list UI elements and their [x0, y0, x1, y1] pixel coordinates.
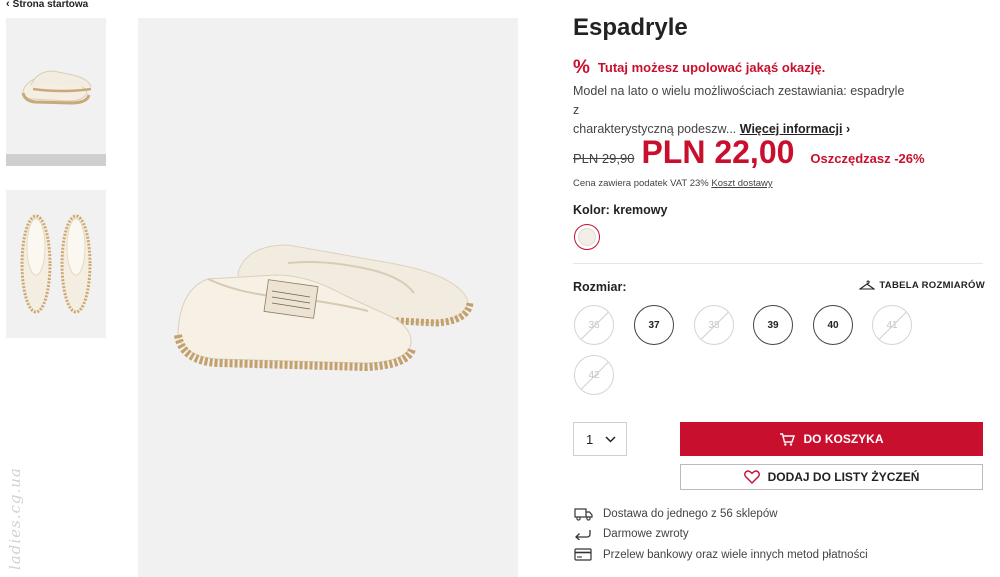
chevron-down-icon	[605, 432, 616, 446]
payment-text: Przelew bankowy oraz wiele innych metod …	[603, 548, 868, 561]
size-label: Rozmiar:	[573, 280, 627, 294]
delivery-text: Dostawa do jednego z 56 sklepów	[603, 508, 778, 520]
espadrille-side-thumbnail-image	[21, 70, 92, 105]
add-to-cart-label: DO KOSZYKA	[803, 432, 884, 446]
old-price: PLN 29,90	[573, 151, 635, 166]
vat-text: Cena zawiera podatek VAT 23%	[573, 178, 709, 189]
breadcrumb-home-link[interactable]: Strona startowa	[13, 0, 89, 10]
size-option-37[interactable]: 37	[634, 305, 674, 345]
size-option-label: 40	[827, 319, 839, 331]
quantity-value: 1	[586, 431, 594, 447]
product-description: Model na lato o wielu możliwościach zest…	[573, 82, 913, 139]
promo-text: Tutaj możesz upolować jakąś okazję.	[597, 60, 826, 75]
heart-icon	[743, 470, 760, 484]
size-option-40[interactable]: 40	[813, 305, 853, 345]
returns-text: Darmowe zwroty	[603, 528, 689, 540]
add-to-wishlist-label: DODAJ DO LISTY ŻYCZEŃ	[767, 470, 920, 484]
description-line-1: Model na lato o wielu możliwościach zest…	[573, 84, 905, 117]
hanger-icon	[859, 280, 876, 290]
watermark: ladies.cg.ua	[6, 467, 24, 570]
size-option-41[interactable]: 41	[872, 305, 912, 345]
quantity-select[interactable]: 1	[573, 422, 627, 456]
cart-icon	[780, 432, 796, 446]
product-details-panel: Espadryle % Tutaj możesz upolować jakąś …	[573, 0, 985, 577]
main-product-image[interactable]	[138, 18, 518, 577]
color-label: Kolor: kremowy	[573, 203, 668, 217]
size-option-label: 39	[767, 319, 779, 331]
vat-info: Cena zawiera podatek VAT 23% Koszt dosta…	[573, 178, 773, 189]
size-chart-label: TABELA ROZMIARÓW	[879, 280, 985, 291]
credit-card-icon	[573, 548, 593, 561]
returns-info: Darmowe zwroty	[573, 528, 689, 540]
savings-badge: Oszczędzasz -26%	[810, 151, 925, 166]
size-option-label: 41	[886, 319, 898, 331]
size-option-42[interactable]: 42	[574, 355, 614, 395]
color-swatch-cream[interactable]	[574, 224, 600, 250]
thumbnail-top-view[interactable]	[6, 190, 106, 338]
add-to-cart-button[interactable]: DO KOSZYKA	[680, 422, 983, 456]
thumbnail-list	[6, 18, 106, 338]
breadcrumb[interactable]: ‹ Strona startowa	[6, 0, 88, 10]
espadrilles-main-image	[174, 243, 474, 371]
payment-info: Przelew bankowy oraz wiele innych metod …	[573, 548, 868, 561]
thumbnail-side-view[interactable]	[6, 18, 106, 154]
size-option-39[interactable]: 39	[753, 305, 793, 345]
color-swatch-fill	[578, 228, 596, 246]
shipping-cost-link[interactable]: Koszt dostawy	[711, 178, 772, 189]
thumbnail-active-indicator	[6, 154, 106, 166]
price-row: PLN 29,90 PLN 22,00 Oszczędzasz -26%	[573, 134, 925, 171]
delivery-info: Dostawa do jednego z 56 sklepów	[573, 507, 778, 521]
promo-banner: % Tutaj możesz upolować jakąś okazję.	[573, 58, 825, 77]
size-option-label: 42	[588, 369, 600, 381]
size-option-label: 38	[708, 319, 720, 331]
delivery-truck-icon	[573, 507, 593, 521]
size-option-38[interactable]: 38	[694, 305, 734, 345]
size-chart-link[interactable]: TABELA ROZMIARÓW	[859, 280, 985, 291]
current-price: PLN 22,00	[641, 134, 795, 170]
add-to-wishlist-button[interactable]: DODAJ DO LISTY ŻYCZEŃ	[680, 464, 983, 490]
size-option-label: 37	[648, 319, 660, 331]
product-title: Espadryle	[573, 14, 688, 41]
percent-icon: %	[573, 57, 590, 78]
espadrille-top-thumbnail-image	[20, 214, 92, 314]
size-option-36[interactable]: 36	[574, 305, 614, 345]
return-arrow-icon	[573, 528, 593, 540]
chevron-left-icon: ‹	[6, 0, 10, 10]
divider	[573, 263, 983, 264]
size-option-label: 36	[588, 319, 600, 331]
